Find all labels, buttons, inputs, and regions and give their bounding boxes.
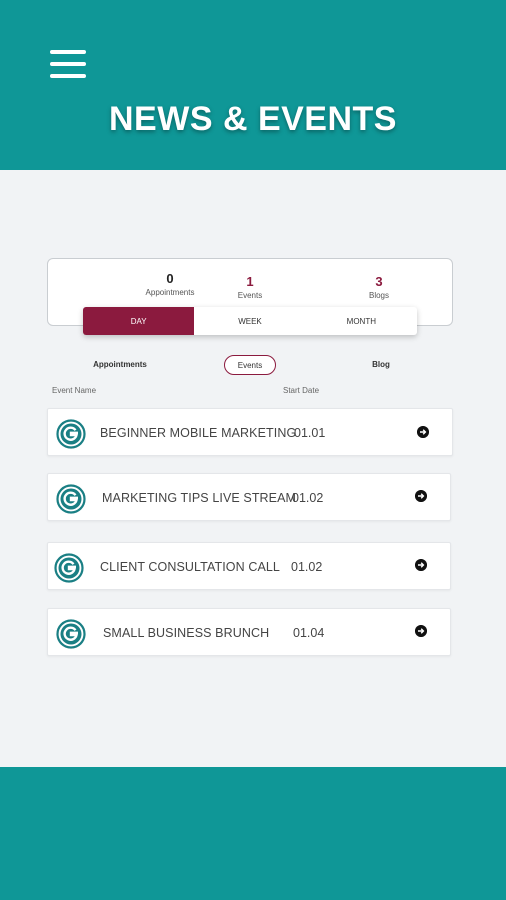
stat-count: 3 [375, 274, 383, 289]
column-header-start-date: Start Date [283, 386, 320, 395]
g-logo-icon [56, 419, 86, 449]
tab-week[interactable]: WEEK [194, 307, 305, 335]
event-name: MARKETING TIPS LIVE STREAM [102, 491, 297, 505]
event-name: CLIENT CONSULTATION CALL [100, 560, 280, 574]
event-name: BEGINNER MOBILE MARKETING [100, 426, 297, 440]
event-row[interactable]: CLIENT CONSULTATION CALL 01.02 [47, 542, 451, 590]
section-tab-events[interactable]: Events [224, 355, 276, 375]
event-row[interactable]: SMALL BUSINESS BRUNCH 01.04 [47, 608, 451, 656]
g-logo-icon [56, 484, 86, 514]
app-header: NEWS & EVENTS [0, 0, 506, 170]
stat-label: Blogs [368, 291, 389, 300]
event-date: 01.04 [293, 626, 325, 640]
event-row[interactable]: MARKETING TIPS LIVE STREAM 01.02 [47, 473, 451, 521]
section-tab-appointments[interactable]: Appointments [86, 354, 154, 374]
stat-events: 1 Events [190, 274, 310, 302]
tab-month[interactable]: MONTH [306, 307, 417, 335]
arrow-right-circle-icon[interactable] [417, 426, 429, 438]
section-tab-blog[interactable]: Blog [366, 354, 396, 374]
event-date: 01.01 [294, 426, 326, 440]
stat-count: 1 [246, 274, 254, 289]
g-logo-icon [54, 553, 84, 583]
arrow-right-circle-icon[interactable] [415, 559, 427, 571]
stat-label: Events [237, 291, 263, 300]
arrow-right-circle-icon[interactable] [415, 625, 427, 637]
event-date: 01.02 [292, 491, 324, 505]
period-tab-bar: DAY WEEK MONTH [83, 307, 417, 335]
event-name: SMALL BUSINESS BRUNCH [103, 626, 270, 640]
event-row[interactable]: BEGINNER MOBILE MARKETING 01.01 [47, 408, 453, 456]
g-logo-icon [56, 619, 86, 649]
page-title: NEWS & EVENTS [109, 100, 397, 138]
tab-day[interactable]: DAY [83, 307, 195, 335]
app-footer [0, 767, 506, 900]
stat-blogs: 3 Blogs [319, 274, 439, 302]
hamburger-menu-icon[interactable] [50, 50, 88, 80]
event-date: 01.02 [291, 560, 323, 574]
column-header-event-name: Event Name [52, 386, 97, 395]
arrow-right-circle-icon[interactable] [415, 490, 427, 502]
